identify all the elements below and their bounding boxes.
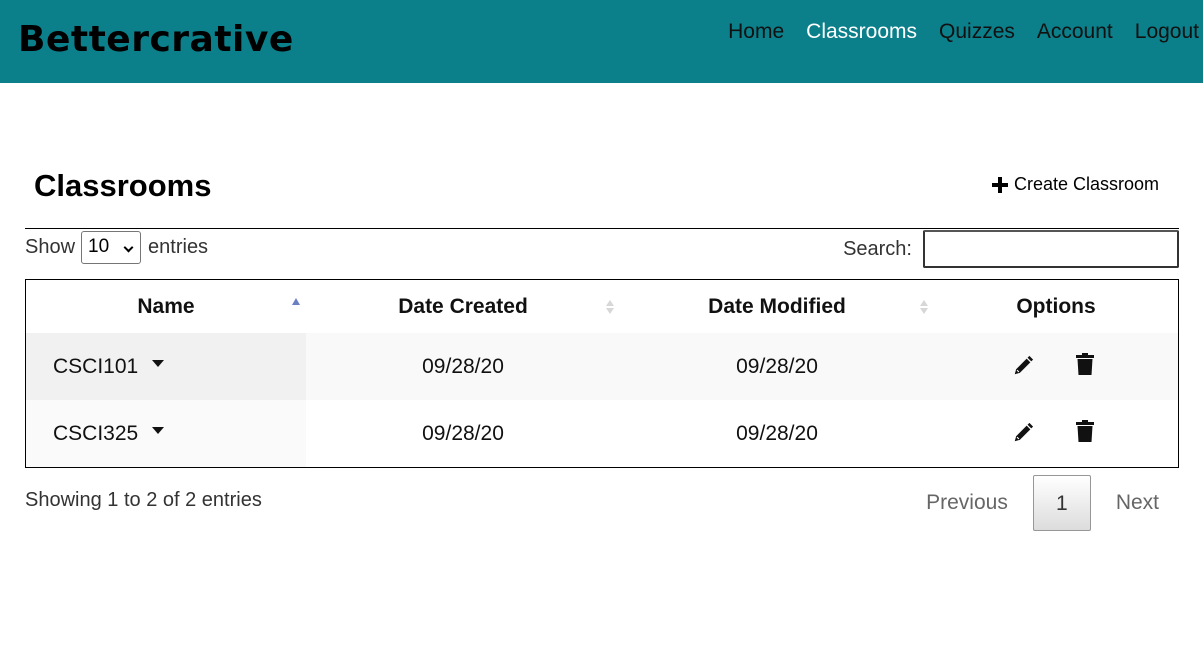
next-page-button[interactable]: Next	[1097, 475, 1178, 531]
date-modified-cell: 09/28/20	[736, 421, 818, 445]
nav-home[interactable]: Home	[728, 18, 784, 46]
header-date-created-label: Date Created	[398, 294, 528, 318]
show-label: Show	[25, 235, 76, 258]
header-date-created[interactable]: Date Created	[306, 280, 620, 333]
options-cell	[934, 400, 1178, 467]
search-label: Search:	[843, 237, 912, 260]
trash-icon[interactable]	[1076, 353, 1094, 375]
header-date-modified-label: Date Modified	[708, 294, 846, 318]
table-row: CSCI101 09/28/20 09/28/20	[26, 333, 1178, 400]
header-options: Options	[934, 280, 1178, 333]
classrooms-table: Name Date Created Date Modified Options	[25, 279, 1179, 468]
previous-page-button[interactable]: Previous	[907, 475, 1027, 531]
caret-down-icon[interactable]	[152, 427, 165, 435]
date-created-cell: 09/28/20	[306, 333, 620, 400]
search-input[interactable]	[923, 230, 1179, 268]
header-date-modified[interactable]: Date Modified	[620, 280, 934, 333]
sort-icon	[606, 300, 614, 316]
date-modified-cell: 09/28/20	[620, 333, 934, 400]
search-control: Search:	[843, 230, 1179, 268]
nav-quizzes[interactable]: Quizzes	[939, 18, 1015, 46]
trash-icon[interactable]	[1076, 420, 1094, 442]
navbar: Bettercrative Home Classrooms Quizzes Ac…	[0, 0, 1203, 83]
entries-label: entries	[148, 235, 209, 258]
entries-select[interactable]: 10	[81, 230, 142, 264]
pencil-icon[interactable]	[1012, 355, 1034, 377]
nav-account[interactable]: Account	[1037, 18, 1113, 46]
entries-length-control: Show 10 entries	[25, 230, 208, 264]
date-created-cell: 09/28/20	[422, 421, 504, 445]
nav-logout[interactable]: Logout	[1135, 18, 1199, 46]
header-options-label: Options	[1016, 294, 1096, 318]
classroom-name-cell: CSCI101	[26, 333, 306, 400]
sort-icon	[920, 300, 928, 316]
entries-select-value: 10	[88, 236, 110, 257]
table-info: Showing 1 to 2 of 2 entries	[25, 489, 262, 511]
classroom-name[interactable]: CSCI325	[53, 422, 138, 445]
page-title: Classrooms	[34, 168, 212, 203]
classroom-name-cell: CSCI325	[26, 400, 306, 467]
nav-links: Home Classrooms Quizzes Account Logout	[706, 18, 1199, 46]
chevron-down-icon	[123, 242, 134, 252]
caret-down-icon[interactable]	[152, 360, 165, 368]
create-classroom-button[interactable]: Create Classroom	[991, 174, 1159, 195]
header-name-label: Name	[137, 294, 195, 318]
plus-icon	[991, 176, 1008, 193]
page-1-button[interactable]: 1	[1032, 475, 1091, 531]
create-classroom-label: Create Classroom	[1013, 174, 1159, 194]
pagination: Previous 1 Next	[907, 475, 1178, 531]
table-header-row: Name Date Created Date Modified Options	[26, 280, 1178, 333]
header-name[interactable]: Name	[26, 280, 306, 333]
options-cell	[934, 333, 1178, 400]
pencil-icon[interactable]	[1012, 422, 1034, 444]
nav-classrooms[interactable]: Classrooms	[806, 18, 917, 46]
brand-logo[interactable]: Bettercrative	[18, 14, 294, 66]
table-row: CSCI325 09/28/20 09/28/20	[26, 400, 1178, 467]
sort-ascending-icon	[292, 298, 300, 305]
divider	[25, 228, 1179, 229]
classroom-name[interactable]: CSCI101	[53, 355, 138, 378]
